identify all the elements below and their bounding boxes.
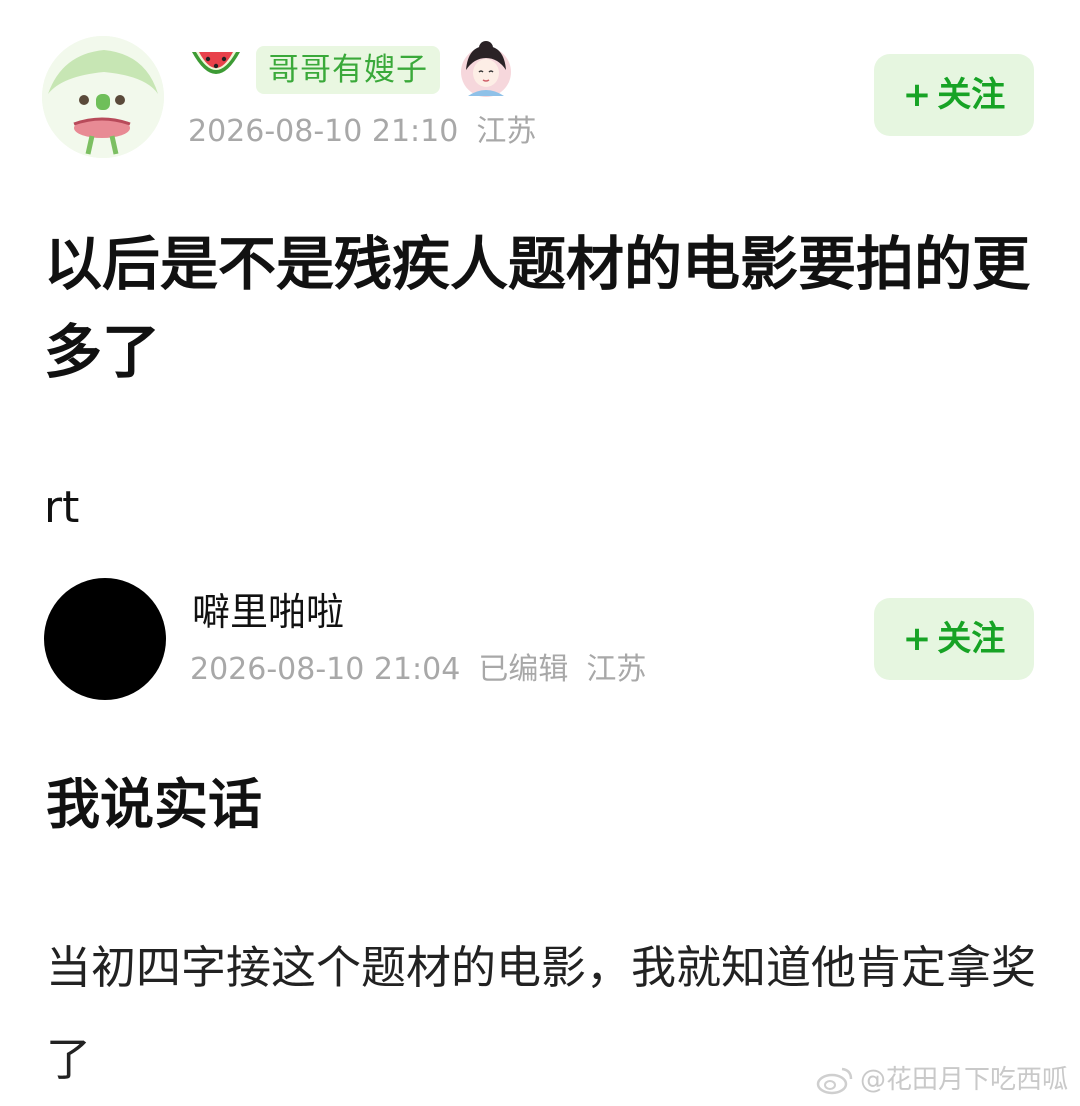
sticker-avatar-icon xyxy=(42,36,164,158)
post-meta: 2026-08-10 21:10 江苏 xyxy=(188,114,536,150)
follow-button[interactable]: + 关注 xyxy=(874,54,1034,136)
character-avatar-icon xyxy=(458,40,514,98)
reply-avatar[interactable] xyxy=(44,578,166,700)
reply-follow-button[interactable]: + 关注 xyxy=(874,598,1034,680)
post-body: rt xyxy=(44,482,80,533)
post-title: 以后是不是残疾人题材的电影要拍的更多了 xyxy=(44,230,1031,386)
reply-title: 我说实话 xyxy=(46,773,262,836)
reply-location: 江苏 xyxy=(586,652,647,687)
plus-icon: + xyxy=(902,619,932,659)
username[interactable]: 哥哥有嫂子 xyxy=(268,52,428,88)
username-badge[interactable]: 哥哥有嫂子 xyxy=(256,46,440,94)
plus-icon: + xyxy=(902,75,932,115)
user-avatar[interactable] xyxy=(42,36,164,158)
reply-username[interactable]: 噼里啪啦 xyxy=(192,588,344,636)
reply-timestamp: 2026-08-10 21:04 xyxy=(190,652,461,687)
post-timestamp: 2026-08-10 21:10 xyxy=(188,114,459,149)
watermelon-icon xyxy=(188,46,244,90)
weibo-icon xyxy=(816,1067,853,1095)
follow-label: 关注 xyxy=(937,75,1006,115)
watermark: @花田月下吃西呱 xyxy=(816,1063,1068,1097)
reply-edited: 已编辑 xyxy=(478,652,569,687)
reply-meta: 2026-08-10 21:04 已编辑 江苏 xyxy=(190,652,646,688)
follow-label: 关注 xyxy=(937,619,1006,659)
post-location: 江苏 xyxy=(476,114,537,149)
watermark-text: @花田月下吃西呱 xyxy=(859,1065,1068,1095)
